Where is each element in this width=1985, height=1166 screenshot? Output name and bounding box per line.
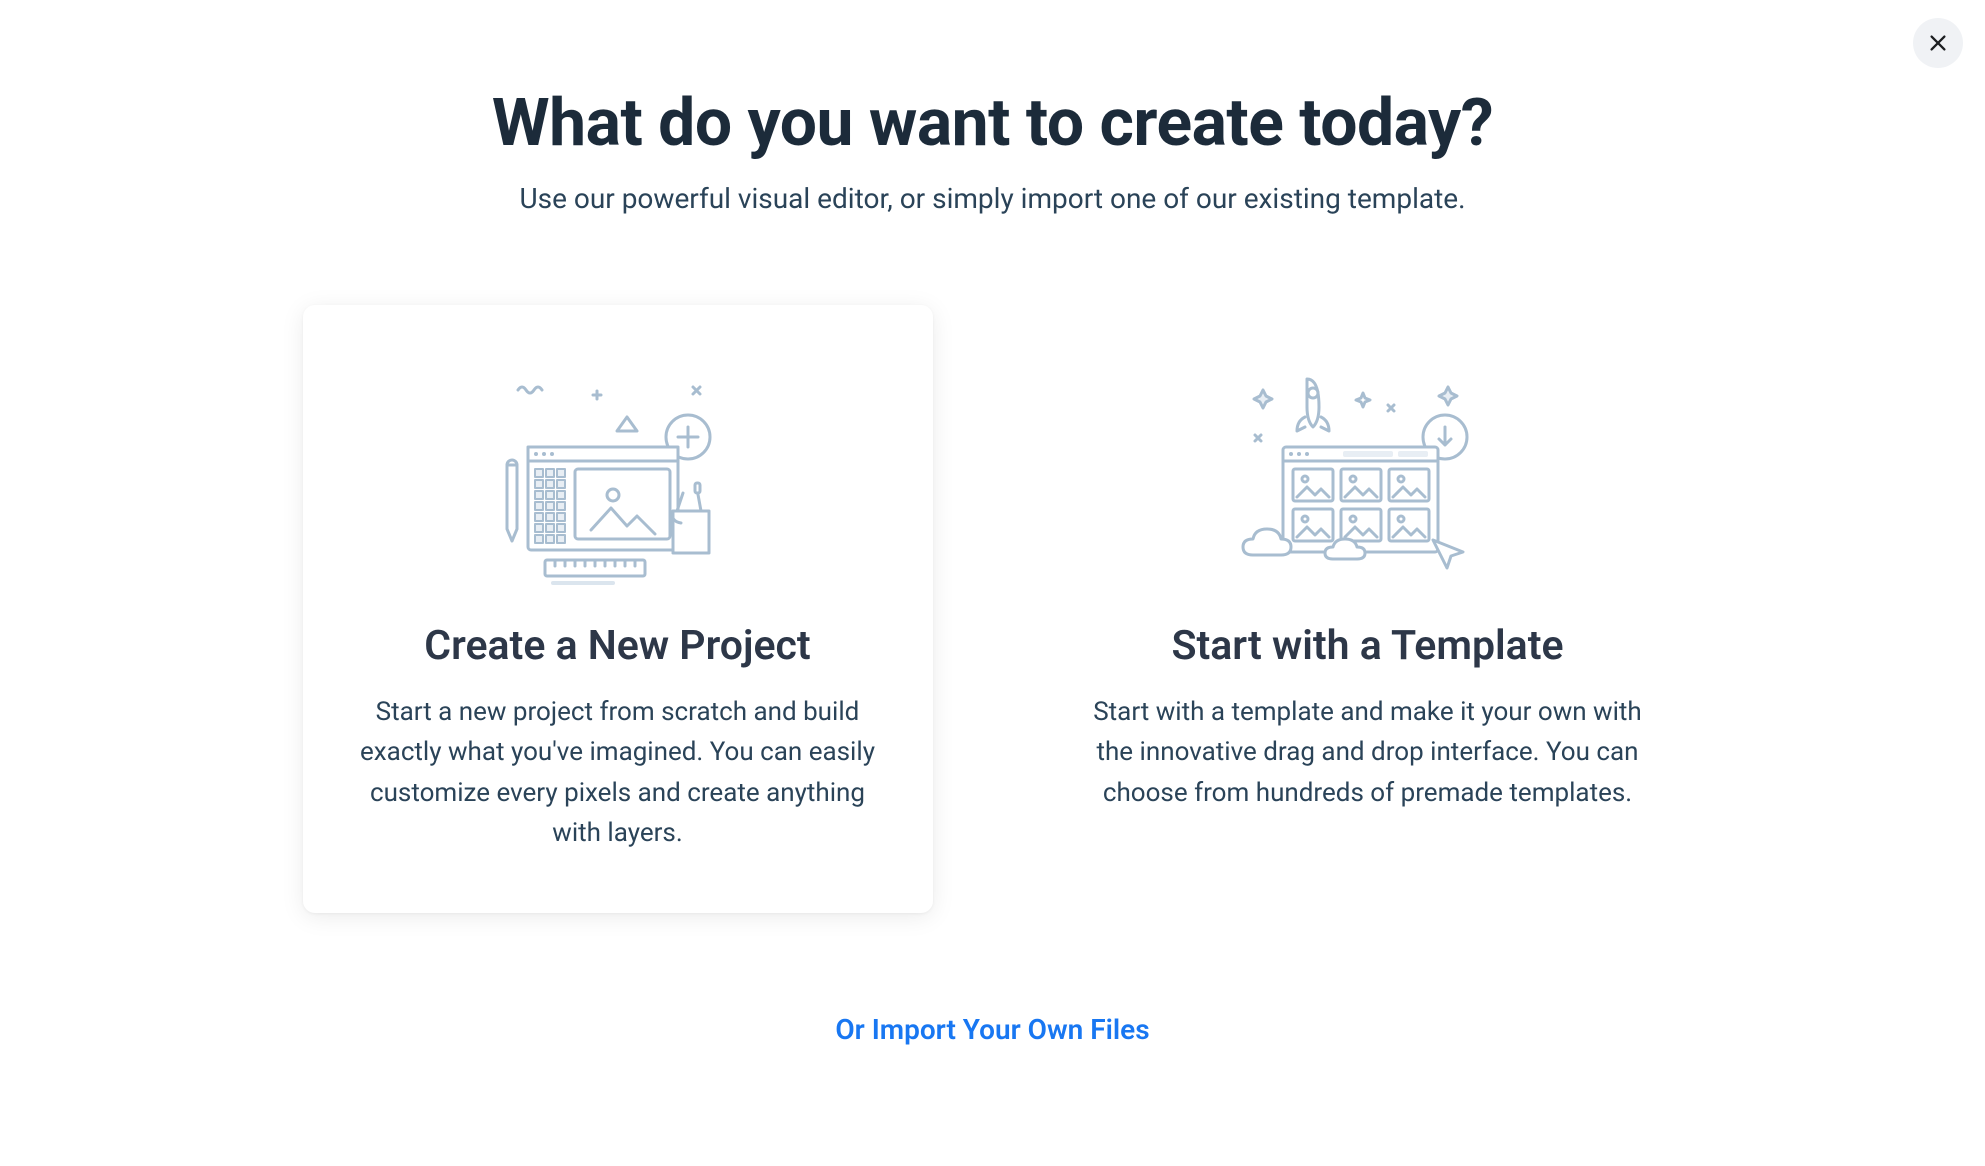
create-dialog: What do you want to create today? Use ou…: [243, 0, 1743, 1046]
template-illustration: [1093, 360, 1643, 590]
import-own-files-link[interactable]: Or Import Your Own Files: [243, 1013, 1743, 1046]
page-title: What do you want to create today?: [243, 85, 1743, 162]
option-cards: Create a New Project Start a new project…: [243, 305, 1743, 913]
card-description-new-project: Start a new project from scratch and bui…: [343, 692, 893, 853]
card-description-template: Start with a template and make it your o…: [1093, 692, 1643, 813]
close-button[interactable]: [1913, 18, 1963, 68]
card-title-template: Start with a Template: [1093, 622, 1643, 670]
close-icon: [1927, 32, 1949, 54]
card-new-project[interactable]: Create a New Project Start a new project…: [303, 305, 933, 913]
card-template[interactable]: Start with a Template Start with a templ…: [1053, 305, 1683, 913]
page-subtitle: Use our powerful visual editor, or simpl…: [243, 182, 1743, 215]
new-project-illustration: [343, 360, 893, 590]
card-title-new-project: Create a New Project: [343, 622, 893, 670]
